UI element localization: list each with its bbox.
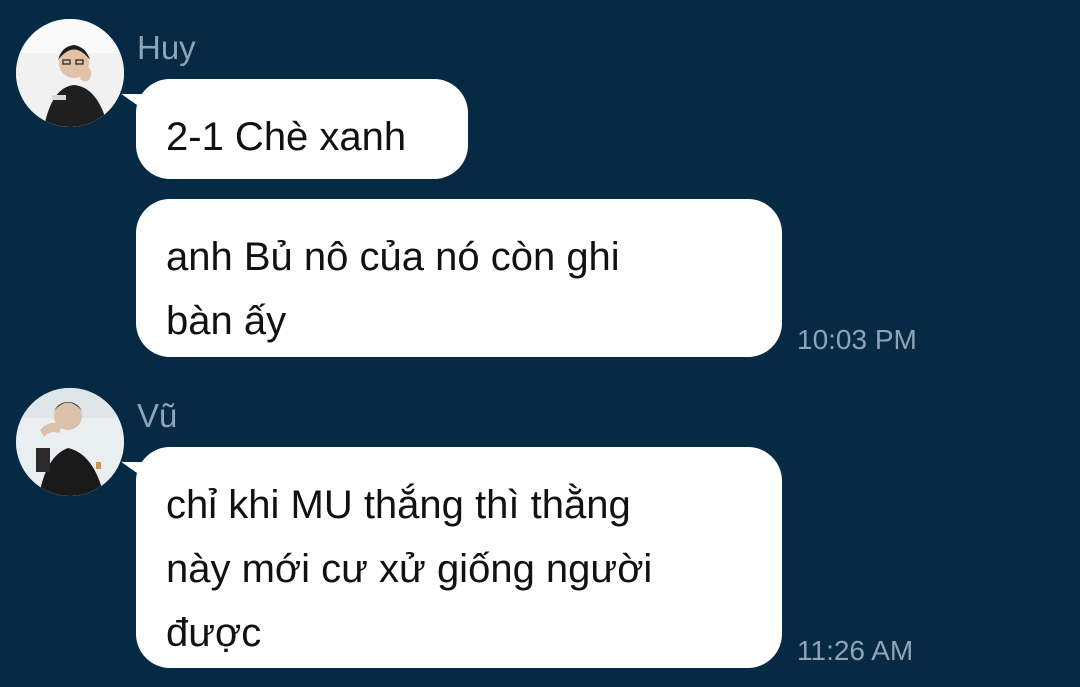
- huy-avatar-image: [16, 19, 124, 127]
- sender-name-vu: Vũ: [137, 397, 178, 434]
- message-text: 2-1 Chè xanh: [166, 115, 407, 159]
- vu-avatar-image: [16, 388, 124, 496]
- chat-thread: Huy 2-1 Chè xanh anh Bủ nô của nó còn gh…: [0, 0, 1080, 687]
- message-timestamp: 10:03 PM: [797, 324, 917, 355]
- message-text: anh Bủ nô của nó còn ghi bàn ấy: [166, 235, 620, 343]
- message-bubble[interactable]: anh Bủ nô của nó còn ghi bàn ấy: [136, 199, 782, 357]
- huy-avatar[interactable]: [16, 19, 124, 127]
- message-bubble[interactable]: chỉ khi MU thắng thì thằng này mới cư xử…: [136, 447, 782, 668]
- message-text: chỉ khi MU thắng thì thằng này mới cư xử…: [166, 483, 653, 655]
- message-bubble[interactable]: 2-1 Chè xanh: [136, 79, 468, 179]
- message-timestamp: 11:26 AM: [797, 635, 914, 666]
- vu-avatar[interactable]: [16, 388, 124, 496]
- sender-name-huy: Huy: [137, 29, 196, 66]
